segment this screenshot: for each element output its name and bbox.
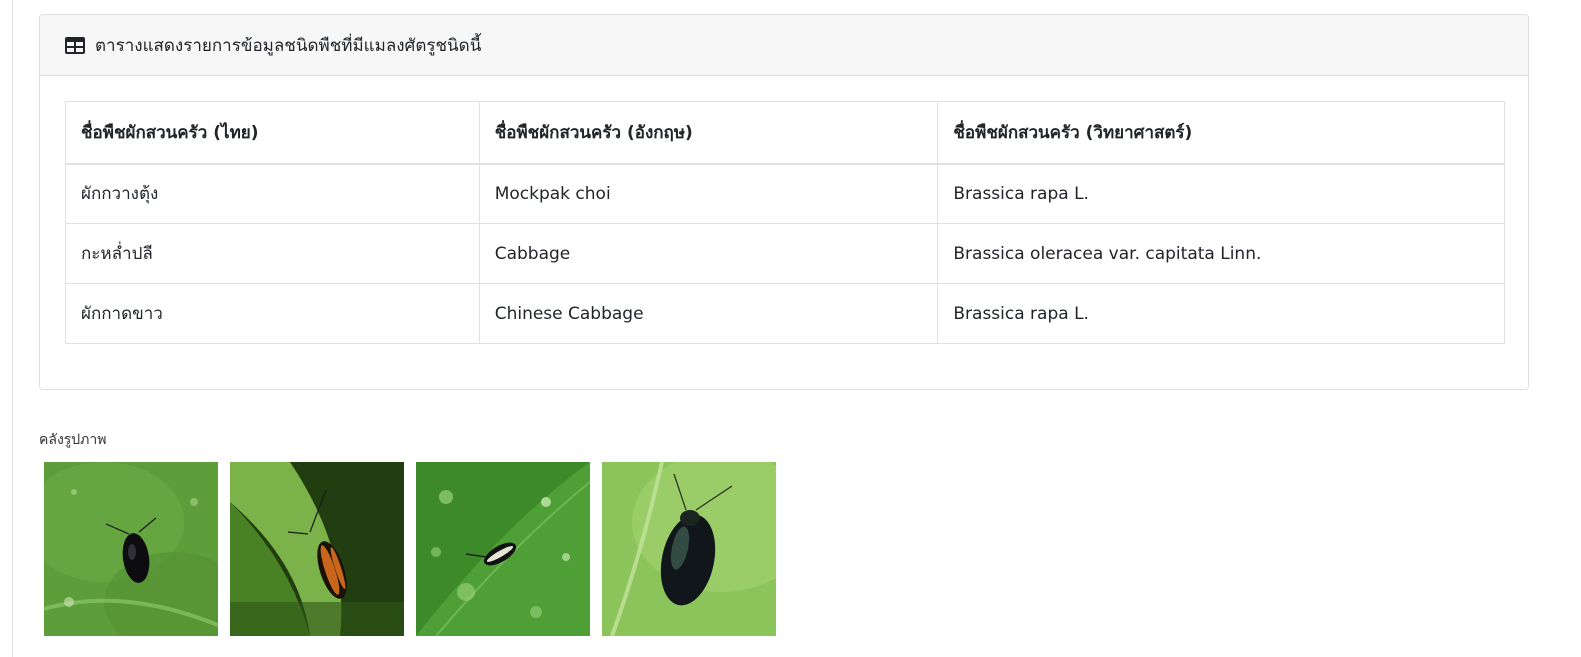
card-body: ชื่อพืชผักสวนครัว (ไทย) ชื่อพืชผักสวนครั… <box>65 101 1505 344</box>
content-left-border <box>12 0 13 657</box>
cell-english-name: Cabbage <box>478 223 939 284</box>
page: ตารางแสดงรายการข้อมูลชนิดพืชที่มีแมลงศัต… <box>0 0 1581 657</box>
cell-english-name: Chinese Cabbage <box>478 283 939 344</box>
gallery-image-1[interactable] <box>44 462 218 636</box>
cell-scientific-name: Brassica oleracea var. capitata Linn. <box>937 223 1505 284</box>
image-gallery <box>44 462 776 636</box>
column-header-scientific-name: ชื่อพืชผักสวนครัว (วิทยาศาสตร์) <box>937 101 1505 165</box>
column-header-english-name: ชื่อพืชผักสวนครัว (อังกฤษ) <box>478 101 939 165</box>
cell-english-name: Mockpak choi <box>478 163 939 224</box>
cell-thai-name: ผักกาดขาว <box>65 283 480 344</box>
card-header: ตารางแสดงรายการข้อมูลชนิดพืชที่มีแมลงศัต… <box>40 15 1528 76</box>
cell-scientific-name: Brassica rapa L. <box>937 163 1505 224</box>
card-title: ตารางแสดงรายการข้อมูลชนิดพืชที่มีแมลงศัต… <box>95 35 482 56</box>
table-row: กะหล่ำปลี Cabbage Brassica oleracea var.… <box>65 223 1505 284</box>
gallery-image-2[interactable] <box>230 462 404 636</box>
cell-scientific-name: Brassica rapa L. <box>937 283 1505 344</box>
table-row: ผักกวางตุ้ง Mockpak choi Brassica rapa L… <box>65 163 1505 224</box>
host-plant-card: ตารางแสดงรายการข้อมูลชนิดพืชที่มีแมลงศัต… <box>39 14 1529 390</box>
cell-thai-name: ผักกวางตุ้ง <box>65 163 480 224</box>
table-header-row: ชื่อพืชผักสวนครัว (ไทย) ชื่อพืชผักสวนครั… <box>65 101 1505 165</box>
table-icon <box>65 36 85 54</box>
host-plant-table: ชื่อพืชผักสวนครัว (ไทย) ชื่อพืชผักสวนครั… <box>65 101 1505 344</box>
gallery-image-4[interactable] <box>602 462 776 636</box>
table-row: ผักกาดขาว Chinese Cabbage Brassica rapa … <box>65 283 1505 344</box>
gallery-label: คลังรูปภาพ <box>39 432 107 448</box>
column-header-thai-name: ชื่อพืชผักสวนครัว (ไทย) <box>65 101 480 165</box>
cell-thai-name: กะหล่ำปลี <box>65 223 480 284</box>
gallery-image-3[interactable] <box>416 462 590 636</box>
